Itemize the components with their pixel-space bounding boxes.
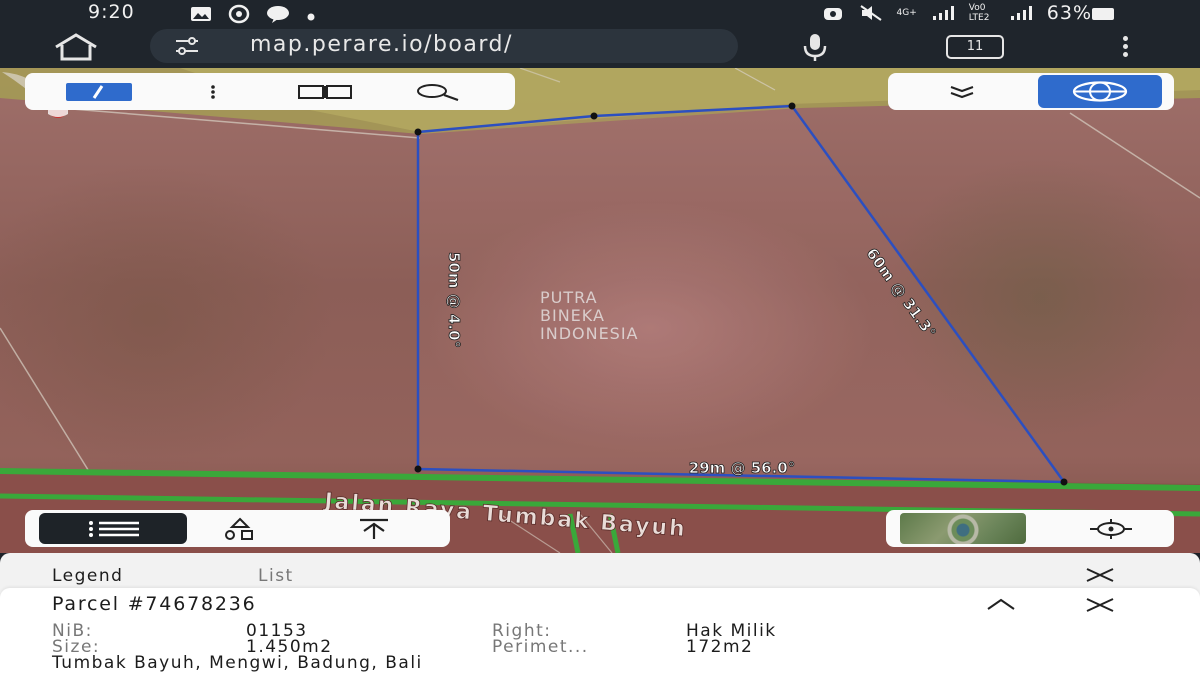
status-bar: 9:20 4G+ Vo0 LTE2 63% xyxy=(0,0,1200,26)
shapes-icon xyxy=(225,517,253,540)
site-settings-icon[interactable] xyxy=(174,37,200,55)
perimeter-value: 172m2 xyxy=(686,637,754,657)
notification-icons xyxy=(190,4,316,28)
search-icon xyxy=(417,83,459,101)
upload-button[interactable] xyxy=(341,510,407,547)
alarm-icon xyxy=(823,8,842,20)
parcel-vertex[interactable] xyxy=(414,465,422,473)
tab-legend[interactable]: Legend xyxy=(52,566,123,586)
map-toolbar-bottom-right xyxy=(886,510,1174,547)
book-icon xyxy=(298,84,352,99)
dot-icon xyxy=(306,7,316,26)
globe-icon xyxy=(1072,81,1128,102)
more-vert-icon xyxy=(211,84,215,99)
volte-label: Vo0 LTE2 xyxy=(968,3,990,23)
parcel-vertex[interactable] xyxy=(788,102,796,110)
browser-toolbar: map.perare.io/board/ 11 xyxy=(0,26,1200,68)
perimeter-label: Perimet... xyxy=(492,637,589,657)
signal-icon xyxy=(932,6,954,20)
gallery-icon xyxy=(190,6,212,26)
locate-button[interactable] xyxy=(1076,513,1146,544)
mute-icon xyxy=(859,5,882,21)
tabs-button[interactable]: 11 xyxy=(946,35,1004,59)
address-bar[interactable]: map.perare.io/board/ xyxy=(150,29,738,63)
network-4g-label: 4G+ xyxy=(896,7,917,18)
home-icon[interactable] xyxy=(50,32,102,62)
status-time: 9:20 xyxy=(88,1,135,23)
list-button[interactable] xyxy=(39,513,187,544)
system-icons: 4G+ Vo0 LTE2 63% xyxy=(821,2,1120,24)
parcel-vertex[interactable] xyxy=(414,128,422,136)
browser-menu-icon[interactable] xyxy=(1118,34,1132,60)
map-view[interactable]: 50m @ 4.0° 60m @ 31.3° 29m @ 56.0° Jalan… xyxy=(0,68,1200,553)
map-toolbar-top-right xyxy=(888,73,1174,110)
close-icon[interactable] xyxy=(1084,566,1116,584)
parcel-vertex[interactable] xyxy=(1060,478,1068,486)
expand-down-icon xyxy=(950,85,974,98)
parcel-vertex[interactable] xyxy=(590,112,598,120)
boundary-line xyxy=(1069,112,1200,199)
mic-icon[interactable] xyxy=(800,32,830,62)
url-text[interactable]: map.perare.io/board/ xyxy=(250,32,513,57)
edit-icon xyxy=(92,84,104,99)
map-toolbar-bottom-left xyxy=(25,510,450,547)
more-button[interactable] xyxy=(183,73,243,110)
parcel-address: Tumbak Bayuh, Mengwi, Badung, Bali xyxy=(52,653,423,673)
battery-icon xyxy=(1092,8,1114,20)
chat-icon xyxy=(266,5,290,27)
battery-percent: 63% xyxy=(1046,2,1092,24)
locate-icon xyxy=(1090,518,1132,539)
layers-button[interactable] xyxy=(295,73,355,110)
watermark: PUTRA BINEKA INDONESIA xyxy=(540,288,639,343)
shapes-button[interactable] xyxy=(207,510,273,547)
parcel-boundary[interactable] xyxy=(416,104,1067,484)
measure-left-label: 50m @ 4.0° xyxy=(445,252,463,348)
expand-button[interactable] xyxy=(932,73,992,110)
close-parcel-icon[interactable] xyxy=(1084,596,1116,614)
measure-bottom-label: 29m @ 56.0° xyxy=(689,459,795,477)
whatsapp-icon xyxy=(228,4,250,28)
list-icon xyxy=(89,521,139,537)
parcel-title: Parcel #74678236 xyxy=(52,593,257,615)
search-button[interactable] xyxy=(407,73,467,110)
upload-icon xyxy=(360,518,388,539)
edit-button[interactable] xyxy=(63,73,135,110)
map-toolbar-top-left xyxy=(25,73,515,110)
chevron-up-icon[interactable] xyxy=(985,597,1017,611)
boundary-line xyxy=(0,327,91,474)
globe-button[interactable] xyxy=(1038,75,1162,108)
tab-list[interactable]: List xyxy=(258,566,294,586)
signal-icon-2 xyxy=(1010,6,1032,20)
satellite-thumbnail[interactable] xyxy=(900,513,1026,544)
